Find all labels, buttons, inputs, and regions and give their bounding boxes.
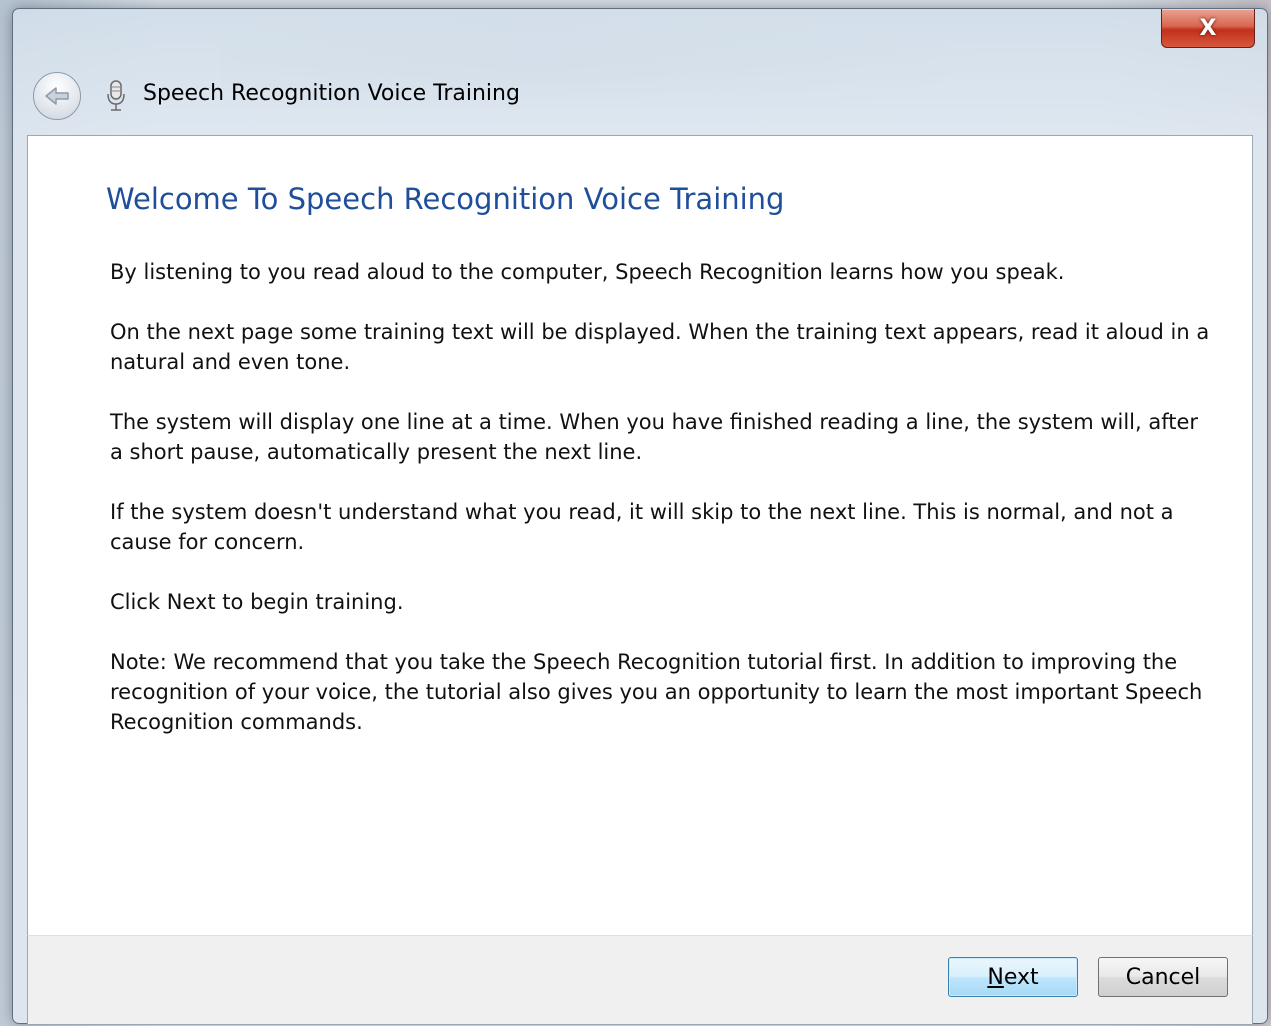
close-icon: X <box>1199 15 1217 41</box>
cancel-button-label: Cancel <box>1125 964 1201 990</box>
next-button[interactable]: Next <box>948 957 1078 997</box>
button-bar: Next Cancel <box>27 935 1253 1025</box>
page-heading: Welcome To Speech Recognition Voice Trai… <box>106 182 785 216</box>
window-title: Speech Recognition Voice Training <box>143 81 520 106</box>
paragraph-skip: If the system doesn't understand what yo… <box>110 500 1174 554</box>
paragraph-next-page: On the next page some training text will… <box>110 320 1210 374</box>
next-button-label: ext <box>1003 964 1039 990</box>
cancel-button[interactable]: Cancel <box>1098 957 1228 997</box>
paragraph-line-display: The system will display one line at a ti… <box>110 410 1199 464</box>
close-button[interactable]: X <box>1161 9 1255 48</box>
next-button-accelerator: N <box>987 964 1004 990</box>
content-panel: Welcome To Speech Recognition Voice Trai… <box>27 135 1253 936</box>
paragraph-click-next: Click Next to begin training. <box>110 590 404 614</box>
back-button[interactable] <box>33 72 81 120</box>
microphone-icon <box>107 80 125 111</box>
wizard-window: X Speech Recognition Voice Training Welc… <box>12 8 1268 1025</box>
paragraph-note: Note: We recommend that you take the Spe… <box>110 650 1203 734</box>
paragraph-intro: By listening to you read aloud to the co… <box>110 260 1065 284</box>
back-arrow-icon <box>45 87 69 105</box>
